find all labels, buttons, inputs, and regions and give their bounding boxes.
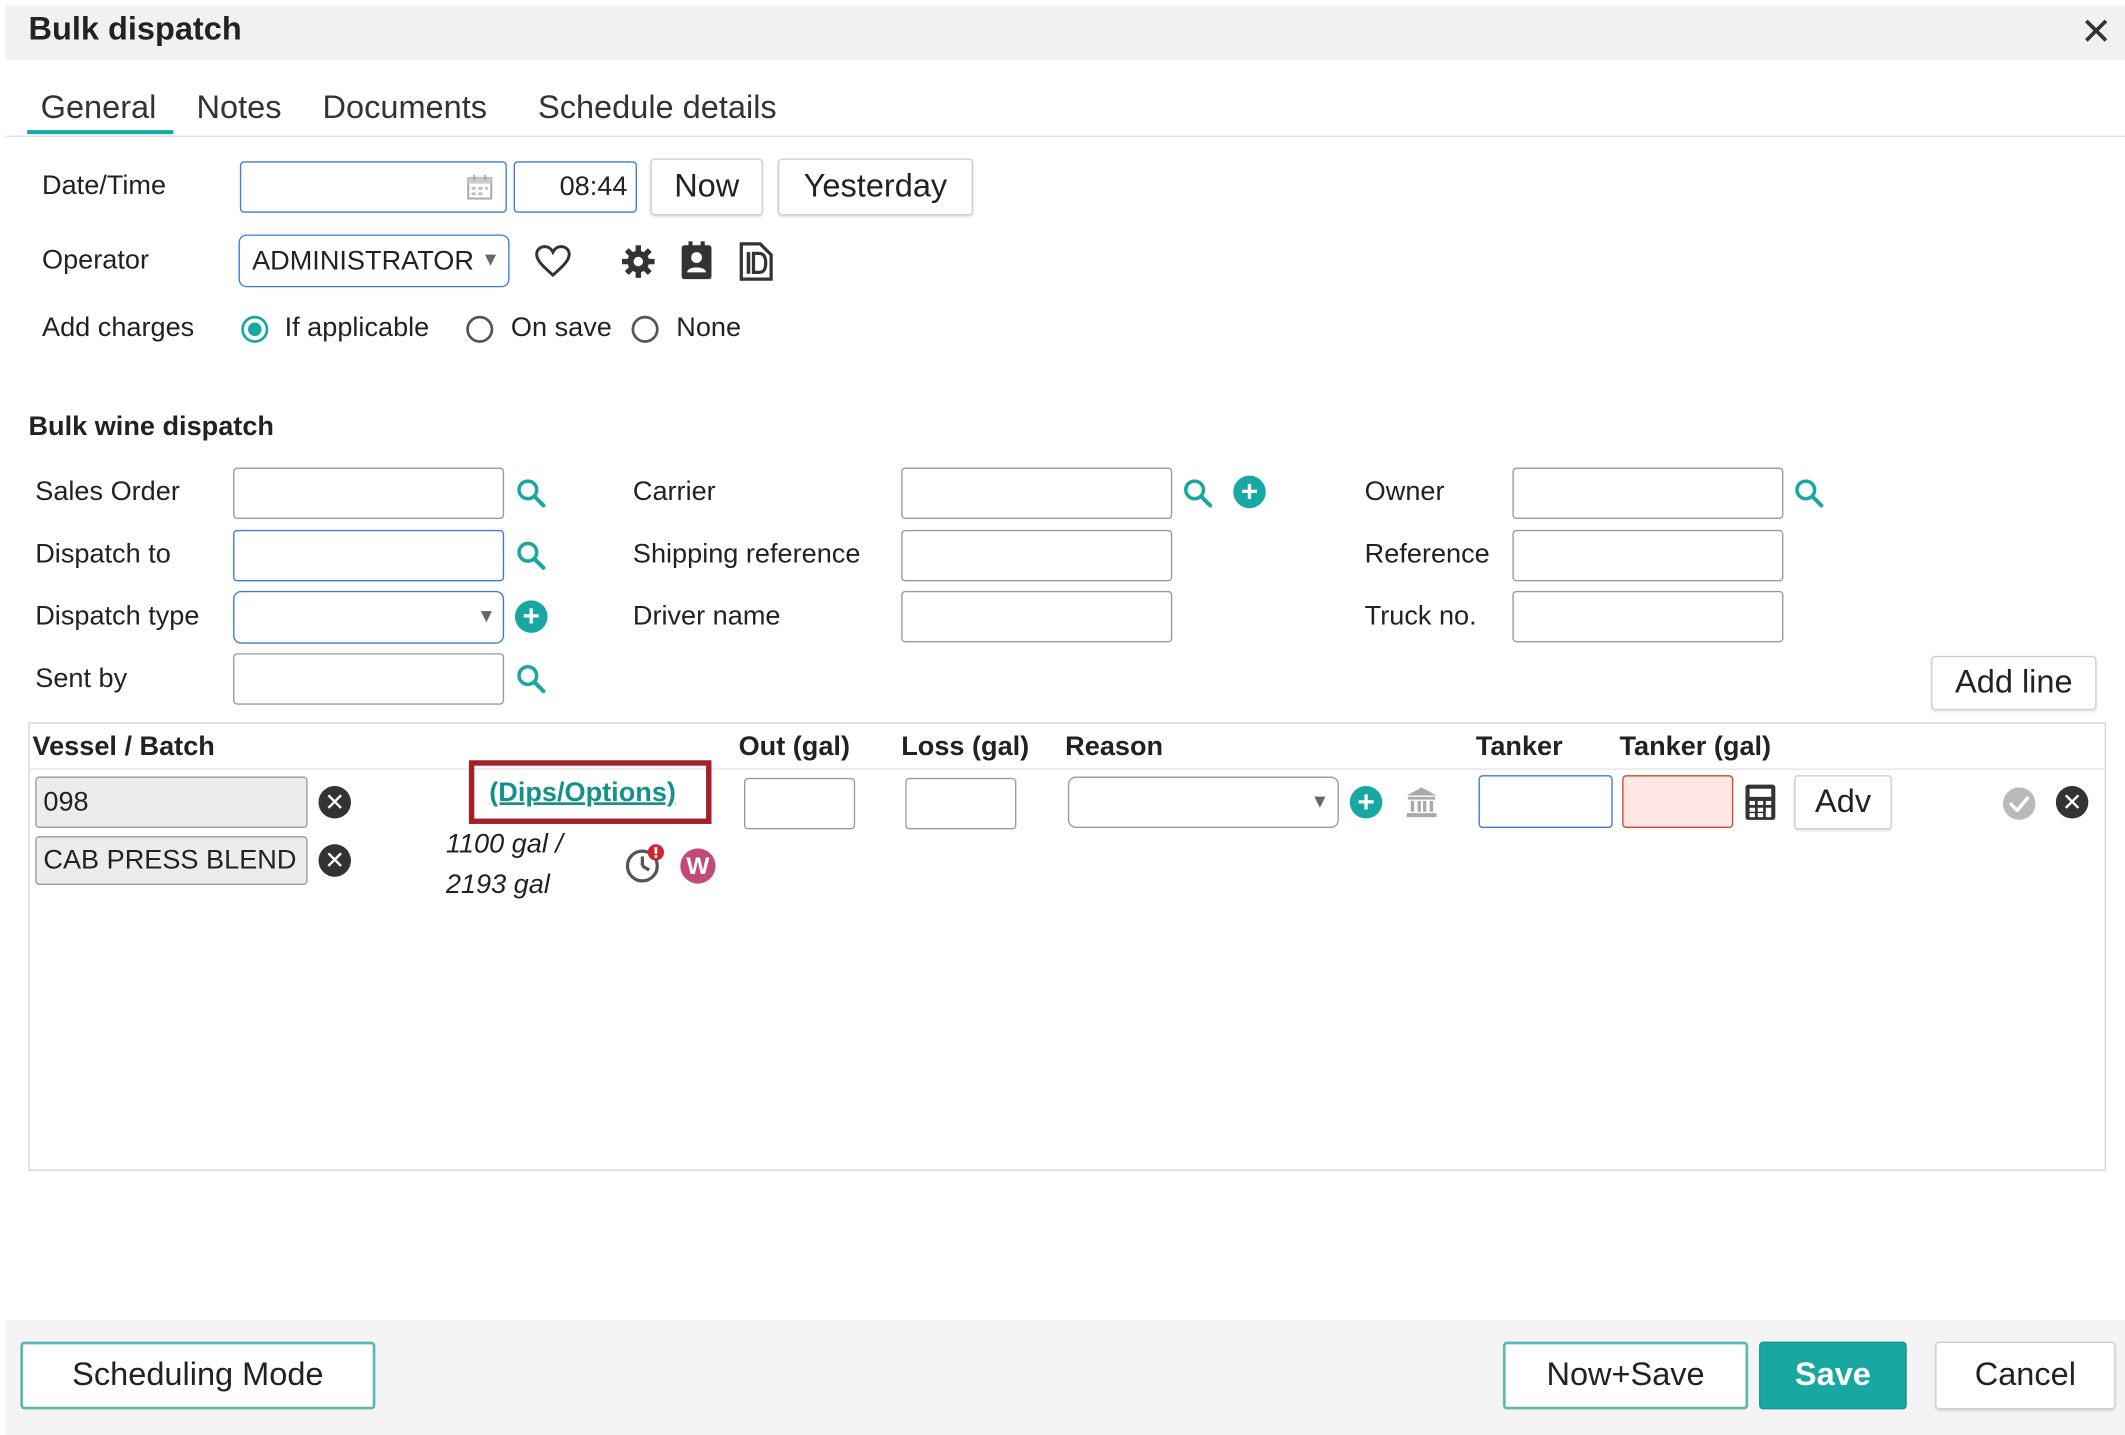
- tanker-input[interactable]: [1478, 775, 1613, 829]
- sent-by-label: Sent by: [35, 664, 128, 694]
- carrier-label: Carrier: [632, 477, 716, 507]
- confirm-check-icon[interactable]: [2002, 786, 2037, 821]
- chevron-down-icon: ▼: [1310, 790, 1330, 812]
- col-header-vessel-batch: Vessel / Batch: [32, 731, 215, 762]
- vessel-field[interactable]: 098: [35, 776, 308, 829]
- sent-by-search-icon[interactable]: [515, 663, 548, 696]
- truck-no-input[interactable]: [1512, 590, 1784, 643]
- tanker-gal-input[interactable]: [1622, 775, 1734, 829]
- radio-if-applicable[interactable]: [241, 315, 269, 343]
- yesterday-button[interactable]: Yesterday: [777, 158, 974, 216]
- close-icon[interactable]: ✕: [2080, 13, 2112, 52]
- dialog-frame: [5, 5, 2125, 1435]
- reason-add-icon[interactable]: +: [1349, 786, 1383, 819]
- batch-field[interactable]: CAB PRESS BLEND: [35, 836, 308, 885]
- contact-card-icon[interactable]: [679, 241, 714, 282]
- calculator-icon[interactable]: [1744, 783, 1777, 821]
- tab-divider: [5, 135, 2125, 137]
- time-input[interactable]: 08:44: [513, 161, 637, 213]
- reference-input[interactable]: [1512, 529, 1784, 582]
- now-button[interactable]: Now: [650, 158, 763, 216]
- radio-on-save-label[interactable]: On save: [511, 313, 612, 344]
- radio-on-save[interactable]: [466, 315, 494, 343]
- tab-notes[interactable]: Notes: [197, 89, 282, 127]
- tab-general[interactable]: General: [41, 89, 157, 127]
- operator-value: ADMINISTRATOR: [252, 246, 473, 277]
- date-time-label: Date/Time: [42, 170, 167, 201]
- tab-documents[interactable]: Documents: [323, 89, 488, 127]
- carrier-add-icon[interactable]: +: [1233, 476, 1266, 509]
- dispatch-type-label: Dispatch type: [35, 601, 200, 632]
- reason-select[interactable]: ▼: [1067, 776, 1339, 829]
- add-charges-label: Add charges: [42, 313, 195, 343]
- driver-name-label: Driver name: [632, 601, 781, 632]
- driver-name-input[interactable]: [901, 590, 1173, 643]
- vessel-value: 098: [43, 787, 89, 818]
- dispatch-to-input[interactable]: [233, 529, 505, 582]
- dispatch-type-select[interactable]: ▼: [233, 590, 505, 644]
- date-input[interactable]: [239, 161, 507, 213]
- loss-gal-input[interactable]: [905, 777, 1017, 830]
- radio-none[interactable]: [631, 315, 659, 343]
- favorite-heart-icon[interactable]: [534, 244, 572, 279]
- title-bar: [5, 5, 2125, 60]
- owner-search-icon[interactable]: [1793, 477, 1826, 510]
- chevron-down-icon: ▼: [481, 248, 500, 270]
- bulk-dispatch-dialog: Bulk dispatch ✕ General Notes Documents …: [0, 0, 2125, 1435]
- adv-button[interactable]: Adv: [1794, 775, 1892, 830]
- bank-icon[interactable]: [1404, 785, 1439, 820]
- now-save-button[interactable]: Now+Save: [1502, 1341, 1749, 1410]
- owner-input[interactable]: [1512, 467, 1784, 520]
- operator-select[interactable]: ADMINISTRATOR ▼: [238, 234, 510, 288]
- w-badge-icon[interactable]: W: [680, 848, 716, 884]
- dips-options-link[interactable]: (Dips/Options): [489, 778, 676, 809]
- tab-schedule-details[interactable]: Schedule details: [538, 89, 777, 127]
- add-line-button[interactable]: Add line: [1931, 655, 2097, 711]
- active-tab-indicator: [27, 130, 174, 135]
- scheduling-mode-button[interactable]: Scheduling Mode: [20, 1341, 376, 1410]
- section-title-bulk-wine-dispatch: Bulk wine dispatch: [28, 411, 274, 442]
- grid-header-divider: [28, 768, 2106, 770]
- shipping-reference-input[interactable]: [901, 529, 1173, 582]
- col-header-loss: Loss (gal): [901, 731, 1030, 762]
- volume-line-2: 2193 gal: [445, 870, 550, 900]
- col-header-tanker: Tanker: [1475, 731, 1563, 762]
- reference-label: Reference: [1364, 539, 1490, 570]
- remove-vessel-icon[interactable]: ✕: [318, 786, 351, 819]
- sales-order-label: Sales Order: [35, 477, 180, 507]
- batch-value: CAB PRESS BLEND: [43, 845, 297, 876]
- save-button[interactable]: Save: [1759, 1341, 1907, 1410]
- col-header-reason: Reason: [1065, 731, 1164, 762]
- remove-line-icon[interactable]: ✕: [2055, 786, 2089, 819]
- document-icon[interactable]: [739, 241, 774, 282]
- shipping-reference-label: Shipping reference: [632, 539, 861, 570]
- col-header-tanker-gal: Tanker (gal): [1619, 731, 1772, 762]
- truck-no-label: Truck no.: [1364, 601, 1477, 632]
- time-value: 08:44: [559, 172, 628, 202]
- col-header-out: Out (gal): [738, 731, 851, 762]
- dispatch-to-label: Dispatch to: [35, 539, 171, 570]
- history-clock-icon[interactable]: [623, 843, 666, 886]
- volume-line-1: 1100 gal /: [445, 829, 563, 860]
- radio-none-label[interactable]: None: [676, 313, 741, 344]
- operator-label: Operator: [42, 245, 149, 276]
- owner-label: Owner: [1364, 477, 1445, 507]
- chevron-down-icon: ▼: [477, 604, 496, 627]
- dispatch-type-add-icon[interactable]: +: [514, 600, 548, 633]
- gear-icon[interactable]: [621, 244, 656, 279]
- carrier-search-icon[interactable]: [1182, 477, 1215, 510]
- carrier-input[interactable]: [901, 467, 1173, 520]
- sent-by-input[interactable]: [233, 653, 505, 705]
- cancel-button[interactable]: Cancel: [1935, 1341, 2116, 1410]
- radio-if-applicable-label[interactable]: If applicable: [285, 313, 430, 344]
- calendar-icon[interactable]: [466, 173, 493, 200]
- sales-order-search-icon[interactable]: [515, 477, 548, 510]
- out-gal-input[interactable]: [744, 777, 856, 830]
- dispatch-to-search-icon[interactable]: [515, 539, 548, 572]
- dialog-title: Bulk dispatch: [28, 10, 242, 48]
- remove-batch-icon[interactable]: ✕: [318, 844, 351, 877]
- sales-order-input[interactable]: [233, 467, 505, 520]
